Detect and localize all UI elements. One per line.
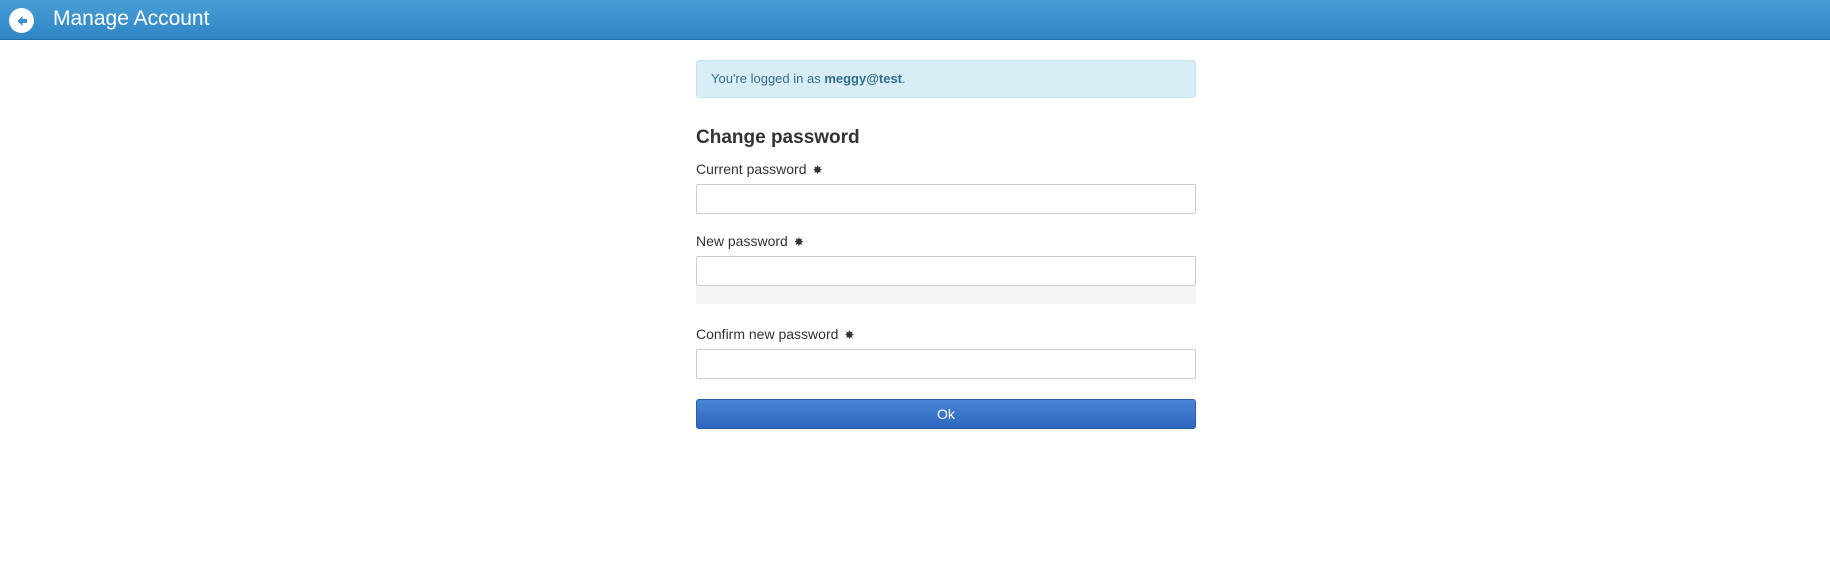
current-password-label-text: Current password: [696, 161, 807, 177]
current-password-label: Current password ✸: [696, 161, 1196, 177]
confirm-password-input[interactable]: [696, 349, 1196, 379]
page-title: Manage Account: [53, 7, 210, 30]
required-icon: ✸: [812, 163, 823, 177]
new-password-group: New password ✸: [696, 233, 1196, 304]
login-status-alert: You're logged in as meggy@test.: [696, 60, 1196, 98]
back-button[interactable]: [9, 8, 34, 33]
new-password-input[interactable]: [696, 256, 1196, 286]
alert-suffix: .: [902, 71, 906, 86]
app-header: Manage Account: [0, 0, 1830, 40]
change-password-title: Change password: [696, 127, 860, 148]
current-password-input[interactable]: [696, 184, 1196, 214]
confirm-password-label: Confirm new password ✸: [696, 326, 1196, 342]
current-password-group: Current password ✸: [696, 161, 1196, 214]
confirm-password-group: Confirm new password ✸: [696, 326, 1196, 379]
main-content: You're logged in as meggy@test. Change p…: [696, 60, 1196, 429]
ok-button[interactable]: Ok: [696, 399, 1196, 429]
password-strength-bar: [696, 286, 1196, 304]
logged-in-username: meggy@test: [824, 71, 903, 86]
new-password-label: New password ✸: [696, 233, 1196, 249]
required-icon: ✸: [793, 235, 804, 249]
alert-prefix: You're logged in as: [711, 71, 825, 86]
required-icon: ✸: [844, 328, 855, 342]
new-password-label-text: New password: [696, 233, 788, 249]
arrow-left-icon: [17, 15, 27, 26]
confirm-password-label-text: Confirm new password: [696, 326, 839, 342]
